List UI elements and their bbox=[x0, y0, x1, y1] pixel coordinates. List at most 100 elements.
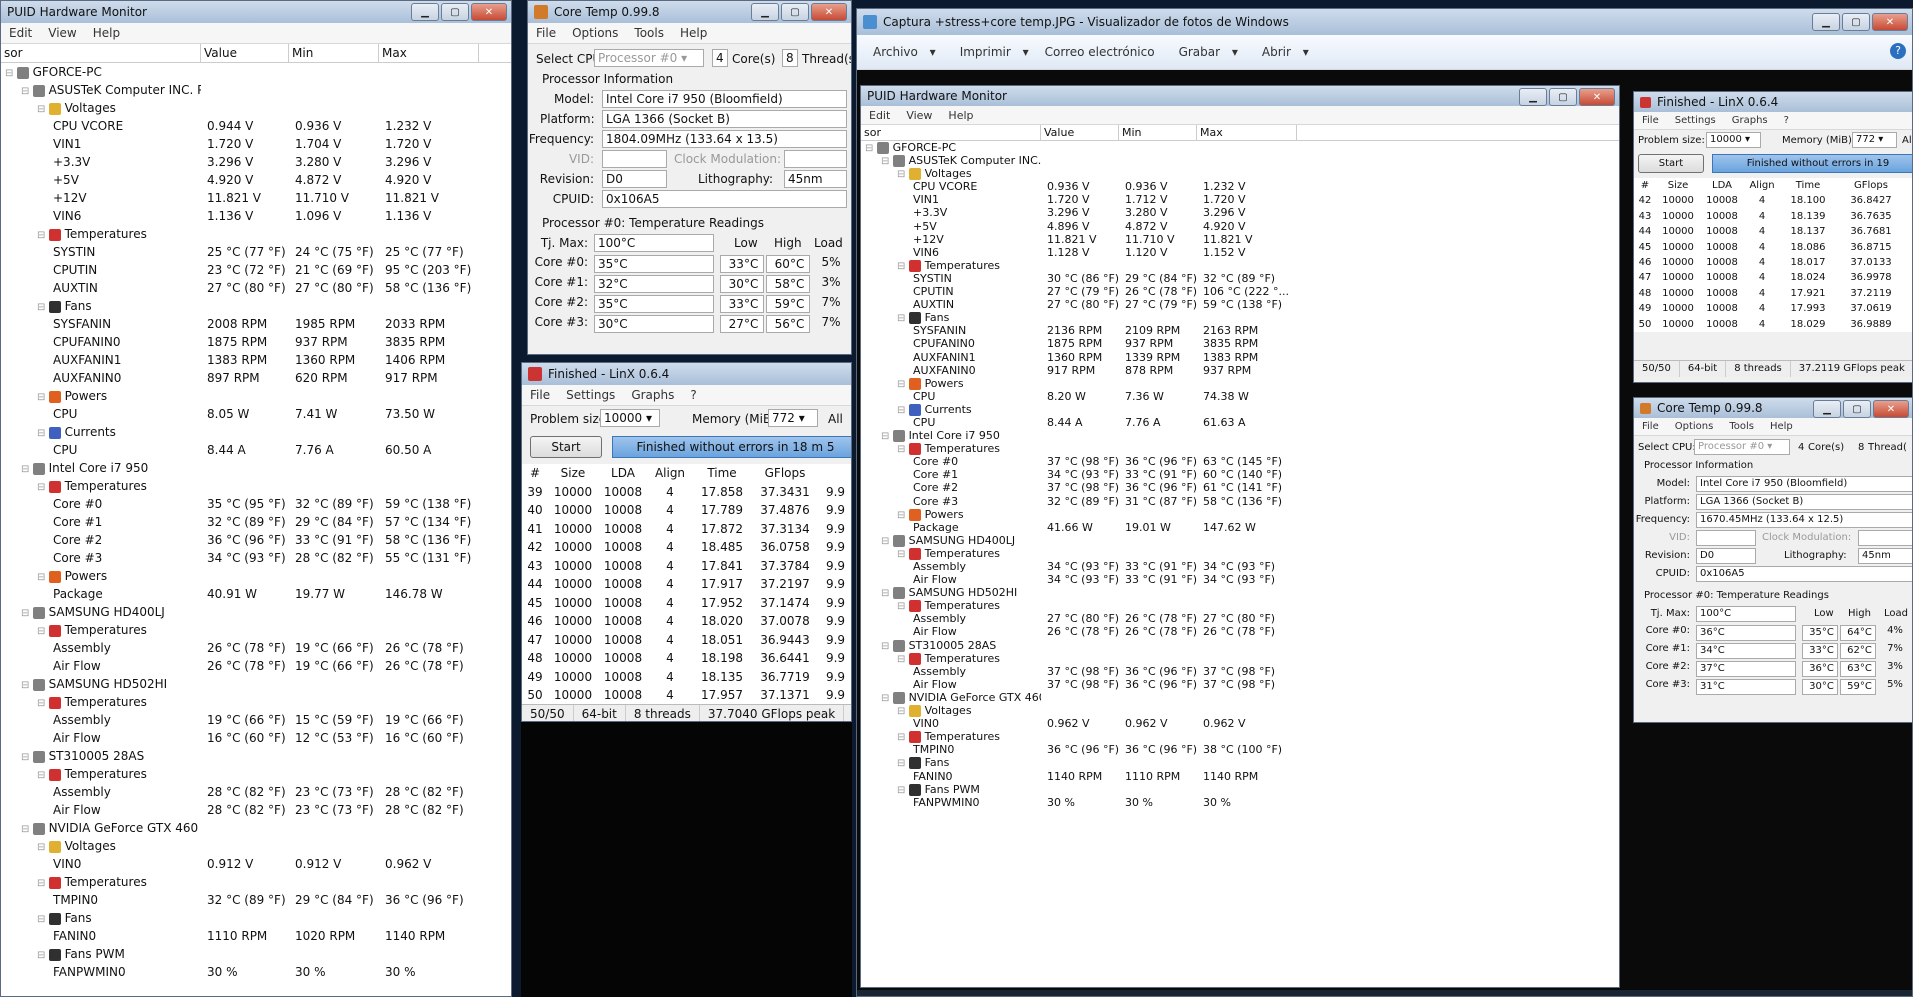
sensor-row[interactable]: Package 41.66 W 19.01 W 147.62 W bbox=[861, 520, 1619, 534]
sensor-group-row[interactable]: ⊟ Fans bbox=[1, 909, 511, 927]
menu-file[interactable]: File bbox=[528, 26, 564, 40]
collapse-toggle-icon[interactable]: ⊟ bbox=[865, 143, 877, 154]
sensor-group-row[interactable]: ⊟ Temperatures bbox=[1, 477, 511, 495]
sensor-group-row[interactable]: ⊟ Temperatures bbox=[1, 765, 511, 783]
sensor-row[interactable]: FANIN0 1110 RPM 1020 RPM 1140 RPM bbox=[1, 927, 511, 945]
sensor-row[interactable]: VIN6 1.128 V 1.120 V 1.152 V bbox=[861, 245, 1619, 259]
sensor-group-row[interactable]: ⊟ Powers bbox=[861, 376, 1619, 390]
maximize-button[interactable]: ▢ bbox=[441, 3, 469, 21]
sensor-row[interactable]: +5V 4.920 V 4.872 V 4.920 V bbox=[1, 171, 511, 189]
sensor-row[interactable]: Assembly 34 °C (93 °F) 33 °C (91 °F) 34 °C … bbox=[861, 560, 1619, 574]
collapse-toggle-icon[interactable]: ⊟ bbox=[37, 698, 49, 709]
sensor-row[interactable]: TMPIN0 36 °C (96 °F) 36 °C (96 °F) 38 °C (1… bbox=[861, 743, 1619, 757]
sensor-row[interactable]: SYSFANIN 2136 RPM 2109 RPM 2163 RPM bbox=[861, 324, 1619, 338]
results-col-header[interactable]: GFlops bbox=[752, 464, 818, 483]
sensor-row[interactable]: VIN1 1.720 V 1.712 V 1.720 V bbox=[861, 193, 1619, 207]
close-button[interactable]: ✕ bbox=[471, 3, 507, 21]
results-col-header[interactable]: Size bbox=[1656, 178, 1700, 193]
collapse-toggle-icon[interactable]: ⊟ bbox=[37, 770, 49, 781]
sensor-row[interactable]: Core #3 32 °C (89 °F) 31 °C (87 °F) 58 °C (… bbox=[861, 494, 1619, 508]
sensor-row[interactable]: CPU VCORE 0.944 V 0.936 V 1.232 V bbox=[1, 117, 511, 135]
col-value[interactable]: Value bbox=[201, 44, 289, 62]
collapse-toggle-icon[interactable]: ⊟ bbox=[37, 878, 49, 889]
device-row[interactable]: ⊟ ASUSTeK Computer INC. P6X... bbox=[1, 81, 511, 99]
sensor-group-row[interactable]: ⊟ Temperatures bbox=[861, 546, 1619, 560]
sensor-group-row[interactable]: ⊟ Temperatures bbox=[861, 730, 1619, 744]
sensor-row[interactable]: FANIN0 1140 RPM 1110 RPM 1140 RPM bbox=[861, 769, 1619, 783]
menu-help[interactable]: Help bbox=[85, 26, 128, 40]
collapse-toggle-icon[interactable]: ⊟ bbox=[881, 431, 893, 442]
col-min[interactable]: Min bbox=[289, 44, 379, 62]
col-sensor[interactable]: sor bbox=[1, 44, 201, 62]
collapse-toggle-icon[interactable]: ⊟ bbox=[21, 680, 33, 691]
collapse-toggle-icon[interactable]: ⊟ bbox=[897, 444, 909, 455]
sensor-group-row[interactable]: ⊟ Fans bbox=[1, 297, 511, 315]
sensor-group-row[interactable]: ⊟ Voltages bbox=[1, 99, 511, 117]
collapse-toggle-icon[interactable]: ⊟ bbox=[897, 654, 909, 665]
sensor-row[interactable]: Core #1 34 °C (93 °F) 33 °C (91 °F) 60 °C (… bbox=[861, 468, 1619, 482]
maximize-button[interactable]: ▢ bbox=[1842, 13, 1870, 31]
minimize-button[interactable]: ▁ bbox=[411, 3, 439, 21]
collapse-toggle-icon[interactable]: ⊟ bbox=[897, 510, 909, 521]
collapse-toggle-icon[interactable]: ⊟ bbox=[897, 706, 909, 717]
menu-grabar[interactable]: Grabar ▾ bbox=[1163, 45, 1246, 59]
device-row[interactable]: ⊟ ST310005 28AS bbox=[1, 747, 511, 765]
collapse-toggle-icon[interactable]: ⊟ bbox=[37, 842, 49, 853]
device-row[interactable]: ⊟ GFORCE-PC bbox=[861, 141, 1619, 155]
collapse-toggle-icon[interactable]: ⊟ bbox=[37, 104, 49, 115]
menu-view[interactable]: View bbox=[40, 26, 84, 40]
sensor-row[interactable]: FANPWMIN0 30 % 30 % 30 % bbox=[861, 795, 1619, 809]
collapse-toggle-icon[interactable]: ⊟ bbox=[21, 824, 33, 835]
sensor-group-row[interactable]: ⊟ Currents bbox=[1, 423, 511, 441]
sensor-row[interactable]: +3.3V 3.296 V 3.280 V 3.296 V bbox=[1, 153, 511, 171]
results-col-header[interactable]: Size bbox=[548, 464, 598, 483]
collapse-toggle-icon[interactable]: ⊟ bbox=[897, 601, 909, 612]
collapse-toggle-icon[interactable]: ⊟ bbox=[37, 626, 49, 637]
col-max[interactable]: Max bbox=[379, 44, 479, 62]
sensor-tree[interactable]: ⊟ GFORCE-PC⊟ ASUSTeK Computer INC. P6X..… bbox=[1, 63, 511, 996]
collapse-toggle-icon[interactable]: ⊟ bbox=[897, 758, 909, 769]
collapse-toggle-icon[interactable]: ⊟ bbox=[37, 392, 49, 403]
sensor-row[interactable]: CPUTIN 23 °C (72 °F) 21 °C (69 °F) 95 °C (2… bbox=[1, 261, 511, 279]
sensor-row[interactable]: +5V 4.896 V 4.872 V 4.920 V bbox=[861, 219, 1619, 233]
collapse-toggle-icon[interactable]: ⊟ bbox=[881, 156, 893, 167]
results-col-header[interactable]: Align bbox=[1744, 178, 1780, 193]
menu-archivo[interactable]: Archivo ▾ bbox=[857, 45, 944, 59]
sensor-row[interactable]: Core #2 36 °C (96 °F) 33 °C (91 °F) 58 °C (… bbox=[1, 531, 511, 549]
results-col-header[interactable]: Time bbox=[692, 464, 752, 483]
collapse-toggle-icon[interactable]: ⊟ bbox=[37, 428, 49, 439]
sensor-group-row[interactable]: ⊟ Voltages bbox=[861, 704, 1619, 718]
menu-file[interactable]: File bbox=[522, 388, 558, 402]
sensor-row[interactable]: Air Flow 28 °C (82 °F) 23 °C (73 °F) 28 °C … bbox=[1, 801, 511, 819]
sensor-row[interactable]: Package 40.91 W 19.77 W 146.78 W bbox=[1, 585, 511, 603]
sensor-row[interactable]: +12V 11.821 V 11.710 V 11.821 V bbox=[1, 189, 511, 207]
sensor-group-row[interactable]: ⊟ Fans bbox=[861, 756, 1619, 770]
sensor-row[interactable]: AUXTIN 27 °C (80 °F) 27 °C (80 °F) 58 °C (1… bbox=[1, 279, 511, 297]
device-row[interactable]: ⊟ GFORCE-PC bbox=[1, 63, 511, 81]
sensor-row[interactable]: AUXFANIN1 1383 RPM 1360 RPM 1406 RPM bbox=[1, 351, 511, 369]
memory-select[interactable]: 772 ▾ bbox=[768, 409, 818, 427]
collapse-toggle-icon[interactable]: ⊟ bbox=[5, 68, 17, 79]
sensor-row[interactable]: Core #0 35 °C (95 °F) 32 °C (89 °F) 59 °C (… bbox=[1, 495, 511, 513]
start-button[interactable]: Start bbox=[530, 436, 602, 458]
sensor-row[interactable]: Assembly 37 °C (98 °F) 36 °C (96 °F) 37 °C … bbox=[861, 664, 1619, 678]
sensor-row[interactable]: Assembly 19 °C (66 °F) 15 °C (59 °F) 19 °C … bbox=[1, 711, 511, 729]
sensor-row[interactable]: Air Flow 37 °C (98 °F) 36 °C (96 °F) 37 °C … bbox=[861, 677, 1619, 691]
sensor-group-row[interactable]: ⊟ Temperatures bbox=[861, 258, 1619, 272]
results-col-header[interactable]: LDA bbox=[1700, 178, 1744, 193]
sensor-row[interactable]: CPU VCORE 0.936 V 0.936 V 1.232 V bbox=[861, 180, 1619, 194]
sensor-group-row[interactable]: ⊟ Voltages bbox=[861, 167, 1619, 181]
results-col-header[interactable] bbox=[818, 464, 851, 483]
sensor-row[interactable]: CPU 8.20 W 7.36 W 74.38 W bbox=[861, 389, 1619, 403]
sensor-group-row[interactable]: ⊟ Temperatures bbox=[1, 225, 511, 243]
sensor-row[interactable]: Air Flow 26 °C (78 °F) 19 °C (66 °F) 26 °C … bbox=[1, 657, 511, 675]
results-col-header[interactable]: Time bbox=[1780, 178, 1836, 193]
sensor-row[interactable]: Assembly 28 °C (82 °F) 23 °C (73 °F) 28 °C … bbox=[1, 783, 511, 801]
minimize-button[interactable]: ▁ bbox=[1812, 13, 1840, 31]
menu-tools[interactable]: Tools bbox=[626, 26, 672, 40]
results-col-header[interactable]: Align bbox=[648, 464, 692, 483]
minimize-button[interactable]: ▁ bbox=[751, 3, 779, 21]
sensor-row[interactable]: AUXFANIN0 917 RPM 878 RPM 937 RPM bbox=[861, 363, 1619, 377]
menu-graphs[interactable]: Graphs bbox=[623, 388, 682, 402]
sensor-row[interactable]: FANPWMIN0 30 % 30 % 30 % bbox=[1, 963, 511, 981]
